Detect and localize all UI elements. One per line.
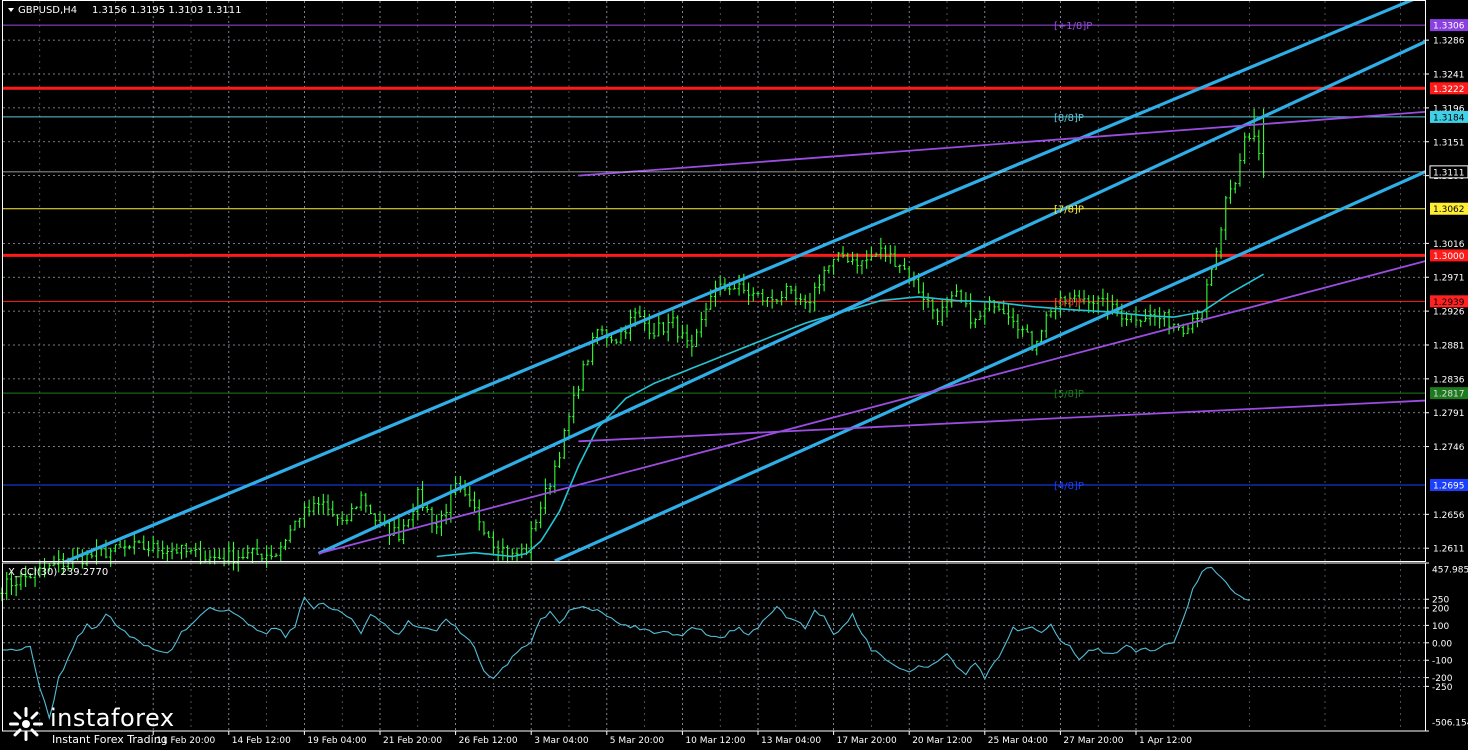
murrey-level-label: [8/8]P <box>1054 113 1084 124</box>
time-tick-label: 25 Mar 04:00 <box>988 736 1048 746</box>
price-tick-label: 1.3241 <box>1433 71 1465 81</box>
time-tick-label: 1 Apr 12:00 <box>1139 736 1192 746</box>
price-tick-label: 1.2971 <box>1433 274 1465 284</box>
price-tick-label: 1.2611 <box>1433 545 1465 555</box>
price-tick-label: 1.2881 <box>1433 341 1465 351</box>
cci-tick-label: 0.00 <box>1432 639 1452 649</box>
time-tick-label: 26 Feb 12:00 <box>459 736 518 746</box>
murrey-level-label: [4/8]P <box>1054 481 1084 492</box>
time-tick-label: 13 Mar 04:00 <box>761 736 821 746</box>
price-badge-label: 1.3222 <box>1433 85 1465 95</box>
time-tick-label: 27 Mar 20:00 <box>1063 736 1123 746</box>
cci-tick-label: -250 <box>1432 683 1453 693</box>
price-badge-label: 1.3062 <box>1433 205 1465 215</box>
price-tick-label: 1.2836 <box>1433 375 1465 385</box>
price-tick-label: 1.2656 <box>1433 511 1465 521</box>
price-badge-label: 1.2695 <box>1433 481 1465 491</box>
time-tick-label: 17 Mar 20:00 <box>837 736 897 746</box>
symbol-label: GBPUSD,H4 <box>18 5 77 16</box>
cci-indicator-label: X_CCI(30) 239.2770 <box>8 567 108 578</box>
price-badge-label: 1.3111 <box>1433 168 1465 178</box>
murrey-level-label: [5/8]P <box>1054 389 1084 400</box>
price-badge-label: 1.2817 <box>1433 390 1465 400</box>
cci-tick-label: -100 <box>1432 657 1453 667</box>
time-tick-label: 10 Mar 12:00 <box>685 736 745 746</box>
chart-background <box>0 0 1468 750</box>
time-tick-label: 20 Mar 12:00 <box>912 736 972 746</box>
ohlc-values: 1.3156 1.3195 1.3103 1.3111 <box>92 5 242 16</box>
time-tick-label: 21 Feb 20:00 <box>383 736 442 746</box>
price-tick-label: 1.3016 <box>1433 240 1465 250</box>
instaforex-sun-icon <box>9 707 43 741</box>
instaforex-logo: instaforex Instant Forex Trading <box>4 704 180 748</box>
brand-name: instaforex <box>50 704 175 732</box>
murrey-level-label: [+1/8]P <box>1054 21 1092 32</box>
chart-canvas[interactable]: [+1/8]P [8/8]P [7/8]P [6/8]P [5/8]P [4/8]P 1.… <box>0 0 1468 750</box>
price-tick-label: 1.3151 <box>1433 138 1465 148</box>
price-badge-label: 1.3000 <box>1433 252 1465 262</box>
price-badge-label: 1.3306 <box>1433 22 1465 32</box>
time-tick-label: 19 Feb 04:00 <box>307 736 366 746</box>
price-badge-label: 1.2939 <box>1433 298 1465 308</box>
cci-tick-label: 200 <box>1432 604 1449 614</box>
brand-tagline: Instant Forex Trading <box>52 733 168 746</box>
cci-tick-label: -506.1544 <box>1432 719 1468 729</box>
murrey-level-label: [7/8]P <box>1054 205 1084 216</box>
murrey-level-label: [6/8]P <box>1054 297 1084 308</box>
cci-tick-label: 100 <box>1432 622 1449 632</box>
trading-chart-window: [+1/8]P [8/8]P [7/8]P [6/8]P [5/8]P [4/8]P 1.… <box>0 0 1468 750</box>
price-tick-label: 1.2746 <box>1433 443 1465 453</box>
price-tick-label: 1.2791 <box>1433 409 1465 419</box>
time-tick-label: 5 Mar 20:00 <box>610 736 665 746</box>
time-tick-label: 14 Feb 12:00 <box>232 736 291 746</box>
time-tick-label: 3 Mar 04:00 <box>534 736 589 746</box>
cci-tick-label: 457.9857 <box>1432 566 1468 576</box>
price-tick-label: 1.3286 <box>1433 37 1465 47</box>
price-tick-label: 1.2926 <box>1433 308 1465 318</box>
price-badge-label: 1.3184 <box>1433 113 1465 123</box>
